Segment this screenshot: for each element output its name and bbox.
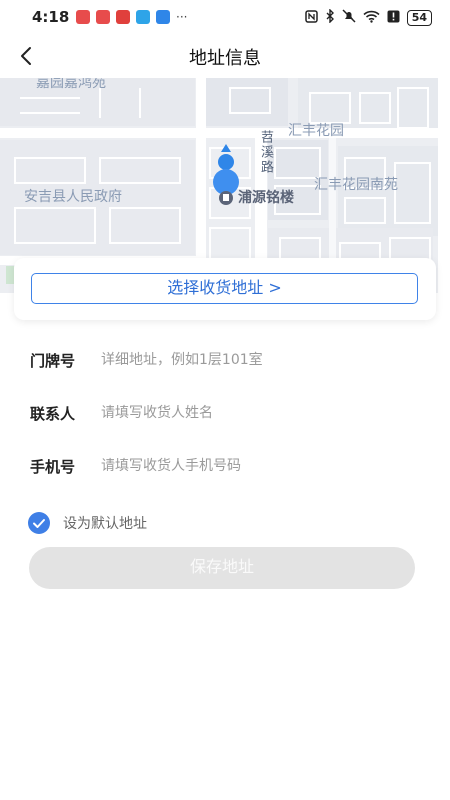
phone-input[interactable] [101,451,401,481]
map-label-road: 苕溪路 [258,130,273,175]
door-number-label: 门牌号 [30,352,76,370]
map-label-jiayuan: 嘉园嘉鸿苑 [36,78,106,91]
nfc-icon [304,9,318,26]
default-address-row[interactable]: 设为默认地址 [28,511,147,535]
app-notification-icon [156,10,170,24]
phone-row: 手机号 [30,451,420,481]
app-notification-icon [136,10,150,24]
app-notification-icon [96,10,110,24]
map-label-poi: 浦源铭楼 [238,190,294,206]
page-title: 地址信息 [189,48,261,69]
app-notification-icon [116,10,130,24]
save-address-button[interactable]: 保存地址 [29,547,415,589]
door-number-row: 门牌号 [30,345,420,375]
map-label-government: 安吉县人民政府 [24,189,122,205]
default-address-label: 设为默认地址 [63,516,147,532]
notification-icons: ··· [76,10,187,24]
status-time: 4:18 [32,8,70,26]
contact-label: 联系人 [30,405,76,423]
more-notifications-icon: ··· [176,10,188,24]
select-address-card: 选择收货地址 > [14,258,436,320]
wifi-icon [363,10,380,26]
bluetooth-icon [325,8,335,26]
battery-icon: 54 [406,9,432,26]
contact-row: 联系人 [30,398,420,428]
status-bar: 4:18 ··· 54 [0,0,450,34]
alert-icon [387,10,400,26]
phone-label: 手机号 [30,458,76,476]
page-header: 地址信息 [0,34,450,78]
select-address-button[interactable]: 选择收货地址 > [31,273,418,304]
map-label-huifeng: 汇丰花园 [288,123,344,139]
mute-icon [342,9,356,26]
door-number-input[interactable] [101,345,401,375]
system-icons: 54 [304,8,432,26]
checkbox-checked-icon[interactable] [28,512,50,534]
map-label-huifeng-south: 汇丰花园南苑 [314,177,398,193]
app-notification-icon [76,10,90,24]
contact-input[interactable] [101,398,401,428]
